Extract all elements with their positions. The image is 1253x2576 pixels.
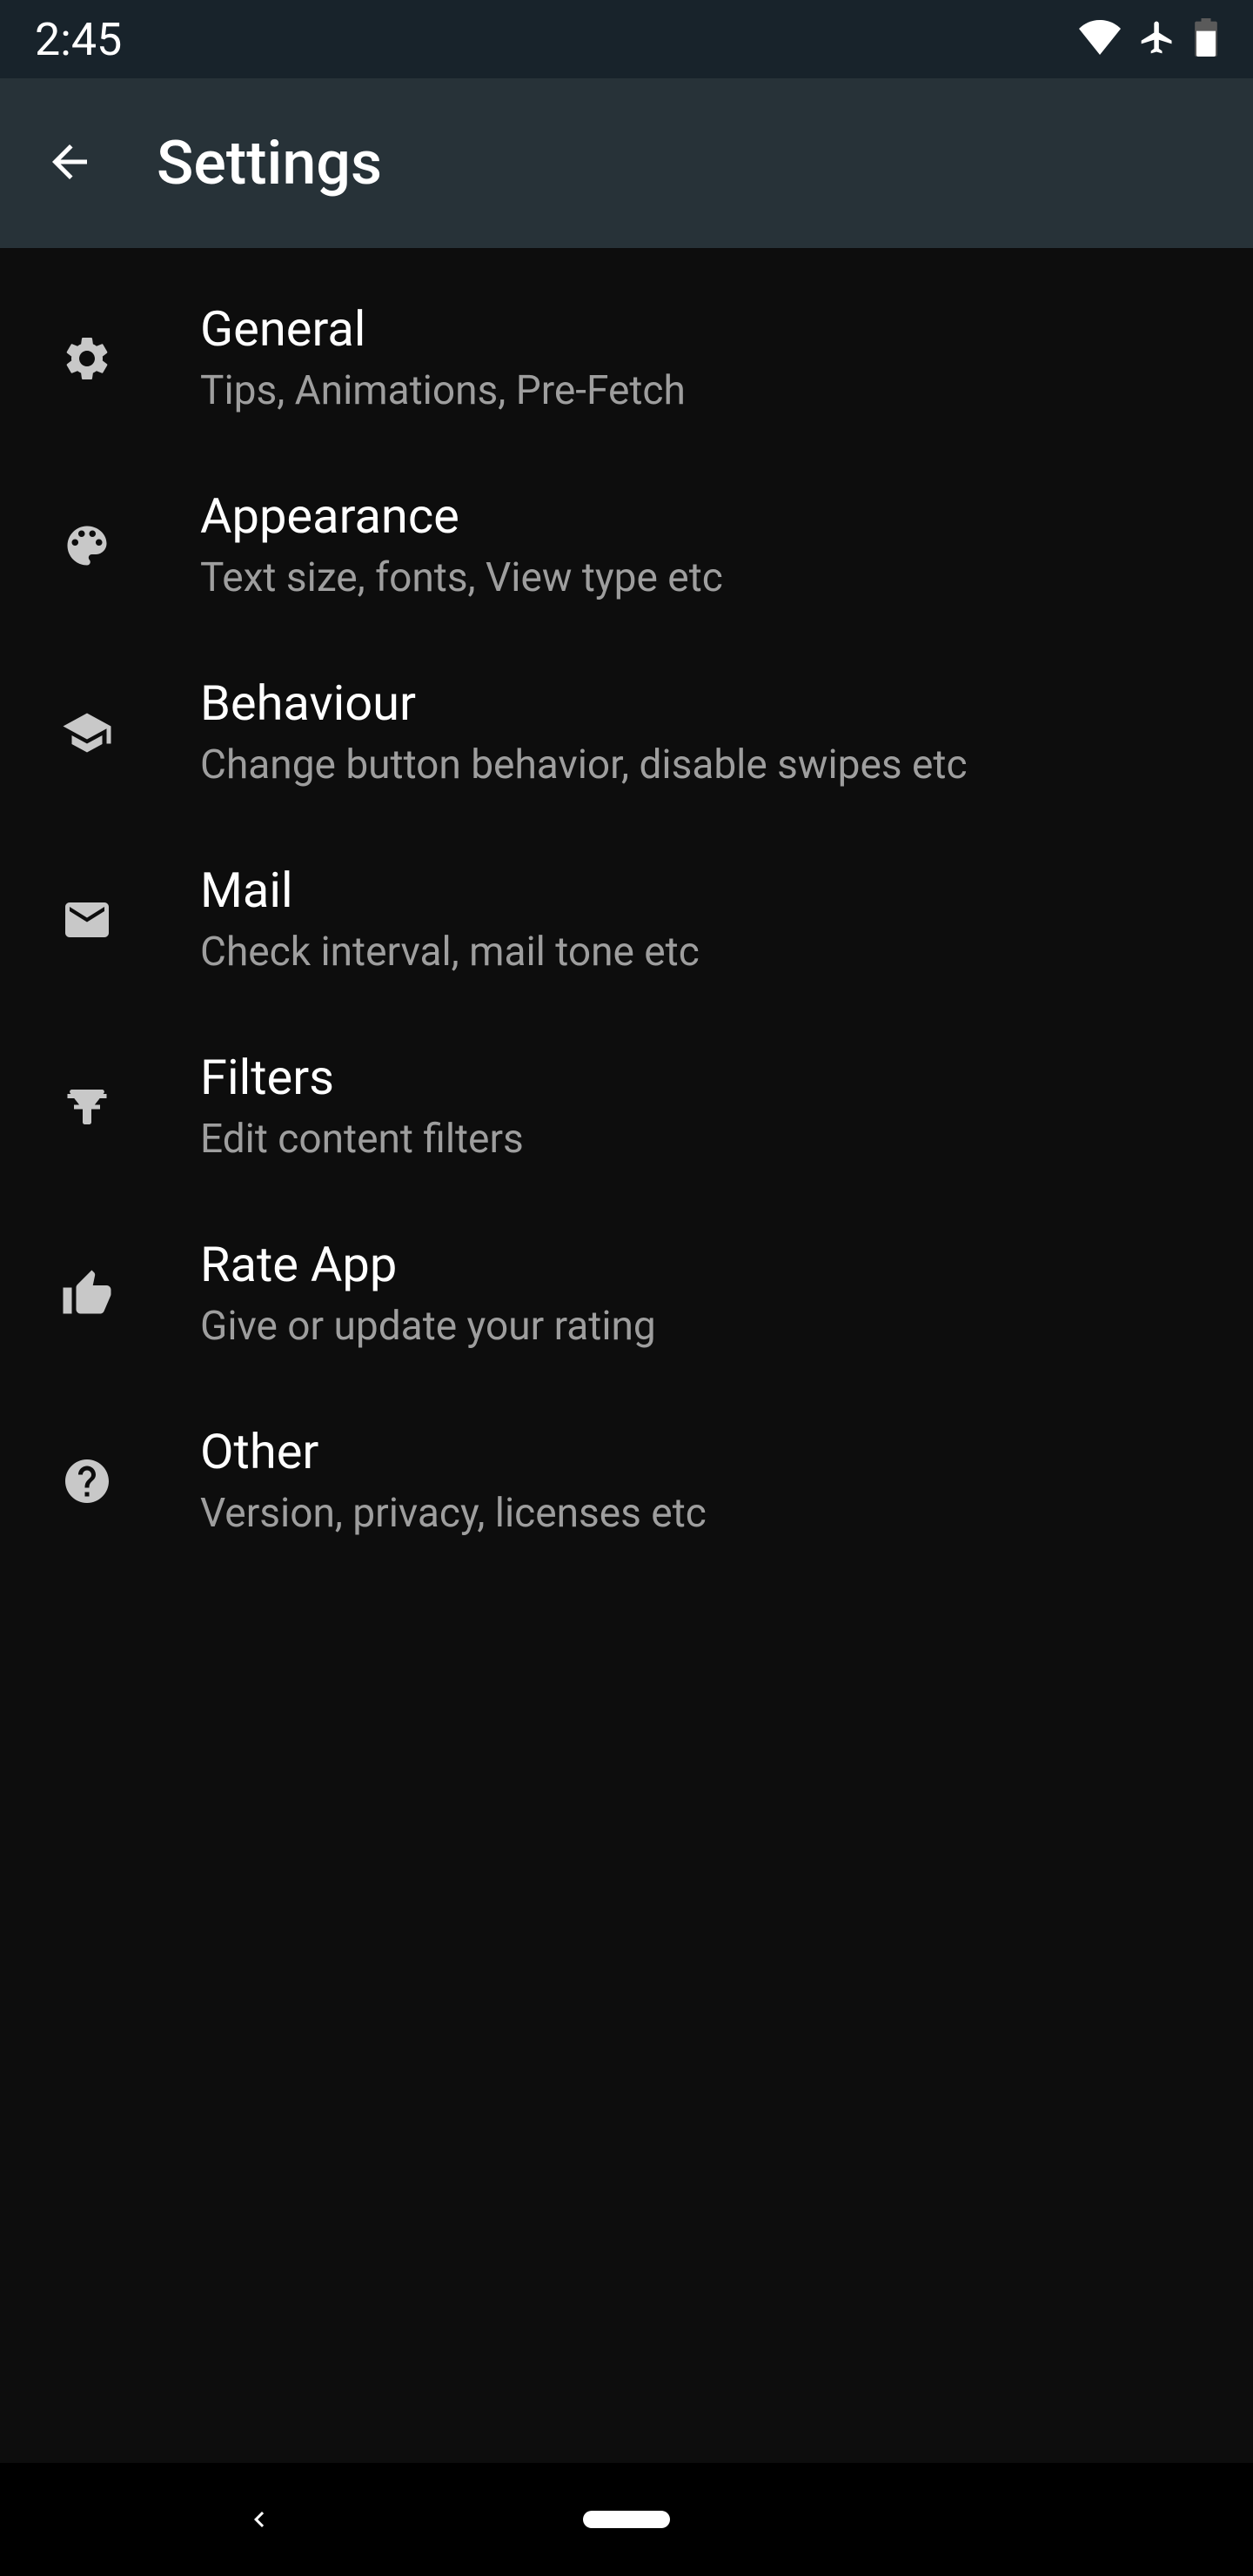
status-bar: 2:45: [0, 0, 1253, 78]
item-title: Rate App: [200, 1236, 656, 1294]
app-bar: Settings: [0, 78, 1253, 248]
item-subtitle: Give or update your rating: [200, 1301, 656, 1353]
settings-item-behaviour[interactable]: Behaviour Change button behavior, disabl…: [0, 640, 1253, 827]
page-title: Settings: [157, 128, 382, 199]
status-time: 2:45: [35, 13, 122, 66]
item-title: General: [200, 300, 686, 359]
item-subtitle: Version, privacy, licenses etc: [200, 1488, 707, 1540]
layers-icon: [52, 698, 122, 768]
item-title: Filters: [200, 1049, 524, 1107]
item-title: Appearance: [200, 487, 723, 546]
battery-icon: [1194, 18, 1218, 60]
help-icon: [52, 1446, 122, 1516]
airplane-icon: [1138, 18, 1176, 60]
item-subtitle: Change button behavior, disable swipes e…: [200, 740, 968, 792]
settings-list: General Tips, Animations, Pre-Fetch Appe…: [0, 248, 1253, 1575]
gear-icon: [52, 324, 122, 393]
thumb-up-icon: [52, 1259, 122, 1329]
arrow-back-icon: [44, 136, 96, 191]
settings-item-filters[interactable]: Filters Edit content filters: [0, 1014, 1253, 1201]
item-title: Behaviour: [200, 674, 968, 733]
filter-icon: [52, 1072, 122, 1142]
nav-home-button[interactable]: [583, 2511, 670, 2528]
settings-item-rate-app[interactable]: Rate App Give or update your rating: [0, 1201, 1253, 1388]
nav-back-button[interactable]: [244, 2504, 275, 2535]
item-subtitle: Text size, fonts, View type etc: [200, 553, 723, 605]
palette-icon: [52, 511, 122, 580]
settings-item-mail[interactable]: Mail Check interval, mail tone etc: [0, 827, 1253, 1014]
settings-item-appearance[interactable]: Appearance Text size, fonts, View type e…: [0, 453, 1253, 640]
item-subtitle: Tips, Animations, Pre-Fetch: [200, 366, 686, 418]
item-subtitle: Edit content filters: [200, 1114, 524, 1166]
settings-item-other[interactable]: Other Version, privacy, licenses etc: [0, 1388, 1253, 1575]
status-icons: [1079, 18, 1218, 60]
back-button[interactable]: [26, 120, 113, 207]
navigation-bar: [0, 2463, 1253, 2576]
item-subtitle: Check interval, mail tone etc: [200, 927, 700, 979]
item-title: Mail: [200, 862, 700, 920]
wifi-icon: [1079, 20, 1121, 58]
item-title: Other: [200, 1423, 707, 1481]
settings-item-general[interactable]: General Tips, Animations, Pre-Fetch: [0, 265, 1253, 453]
mail-icon: [52, 885, 122, 955]
